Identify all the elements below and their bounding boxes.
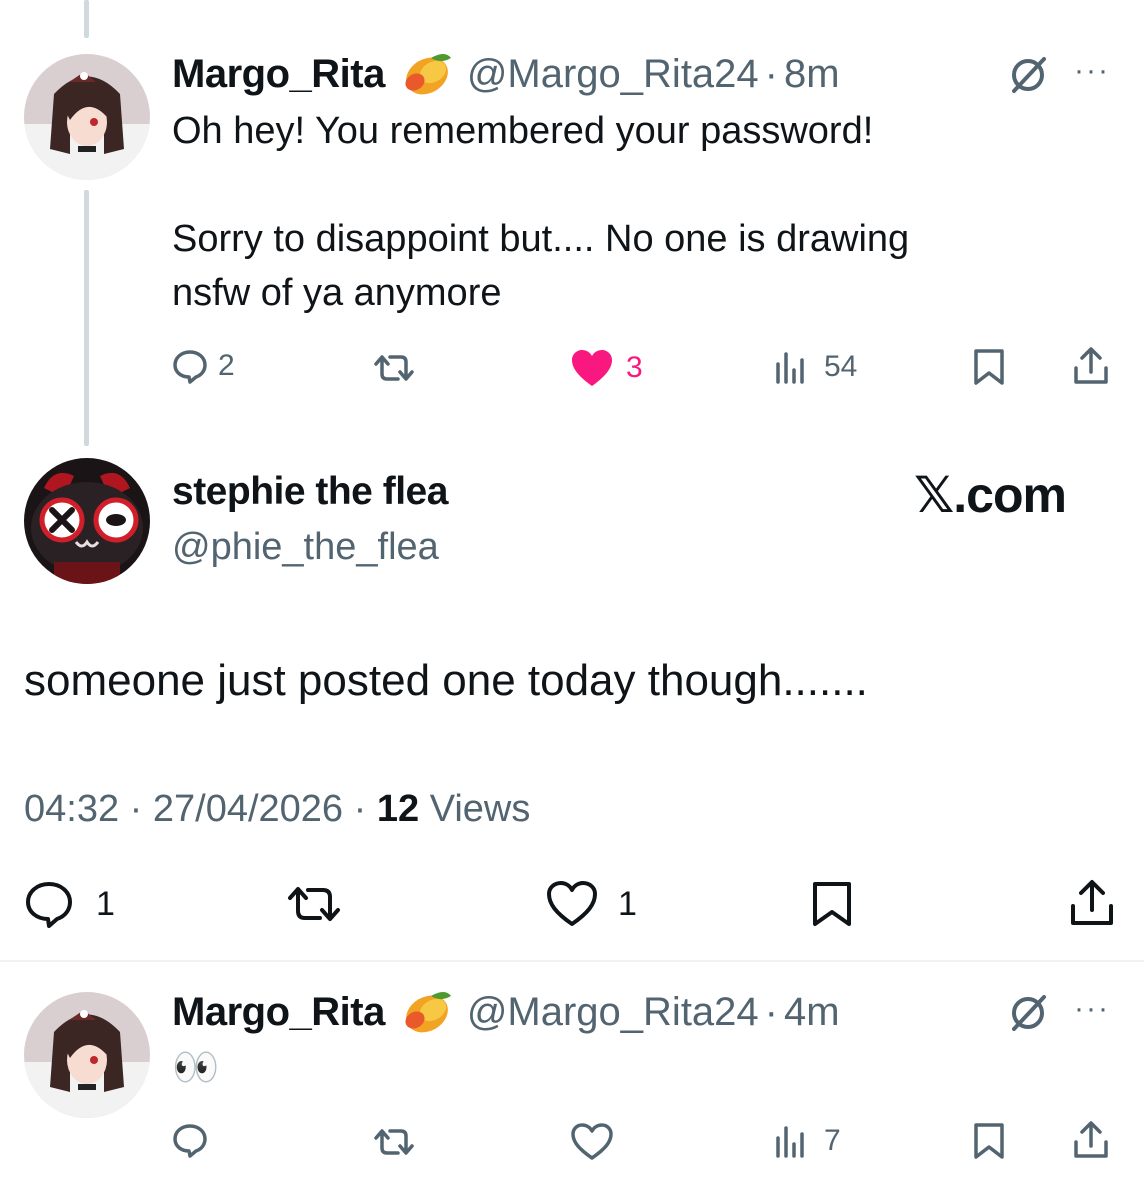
main-reply-button[interactable]: 1: [24, 880, 115, 928]
x-watermark: 𝕏.com: [914, 467, 1067, 523]
share-button[interactable]: [1072, 1120, 1110, 1160]
thread-line-post1: [84, 190, 89, 446]
main-author-name[interactable]: stephie the flea: [172, 470, 448, 514]
main-like-count: 1: [618, 884, 637, 923]
grok-icon[interactable]: [1006, 991, 1050, 1035]
bookmark-icon: [813, 882, 851, 926]
divider: [0, 960, 1144, 962]
author-name[interactable]: Margo_Rita: [172, 990, 385, 1035]
main-bookmark-button[interactable]: [810, 880, 854, 928]
post-text-line: nsfw of ya anymore: [172, 272, 502, 314]
heart-filled-icon: [572, 350, 612, 386]
views-count: 54: [824, 350, 858, 383]
share-icon: [1071, 880, 1113, 925]
repost-icon: [374, 1129, 414, 1155]
repost-button[interactable]: [370, 352, 418, 384]
views-label: Views: [429, 788, 531, 830]
reply-button[interactable]: [172, 1122, 208, 1158]
post2-text: 👀: [172, 1047, 220, 1089]
like-button[interactable]: [570, 1122, 614, 1162]
share-icon: [1074, 347, 1108, 384]
reply-icon: [173, 350, 207, 384]
meta-dot: ·: [129, 788, 143, 830]
mango-emoji-icon: [401, 48, 453, 101]
main-reply-count: 1: [96, 884, 115, 923]
meta-dot: ·: [353, 788, 367, 830]
views-button[interactable]: 7: [774, 1124, 841, 1158]
main-repost-button[interactable]: [284, 884, 344, 924]
share-icon: [1074, 1121, 1108, 1158]
main-post-text: someone just posted one today though....…: [24, 656, 868, 705]
bookmark-icon: [974, 349, 1004, 385]
analytics-icon: [776, 352, 804, 384]
bookmark-icon: [974, 1123, 1004, 1159]
post-text-line: Oh hey! You remembered your password!: [172, 110, 874, 152]
heart-outline-icon: [571, 1123, 613, 1160]
like-button[interactable]: 3: [570, 348, 643, 388]
avatar-margo[interactable]: [24, 54, 150, 180]
post-text-line: Sorry to disappoint but.... No one is dr…: [172, 218, 910, 260]
repost-icon: [374, 355, 414, 381]
views-button[interactable]: 54: [774, 350, 857, 384]
author-name[interactable]: Margo_Rita: [172, 52, 385, 97]
like-count: 3: [626, 351, 643, 384]
main-share-button[interactable]: [1068, 878, 1116, 928]
post1-header: Margo_Rita @Margo_Rita24 · 8m: [172, 48, 840, 100]
avatar-stephie[interactable]: [24, 458, 150, 584]
reply-icon: [26, 882, 72, 928]
reply-count: 2: [218, 349, 235, 382]
analytics-icon: [776, 1126, 804, 1158]
more-options-icon[interactable]: ···: [1074, 54, 1110, 88]
post1-body: Oh hey! You remembered your password! So…: [172, 104, 1112, 320]
repost-button[interactable]: [370, 1126, 418, 1158]
views-number: 12: [376, 788, 420, 830]
reply-button[interactable]: 2: [172, 348, 235, 384]
thread-line-top: [84, 0, 89, 38]
post-time[interactable]: 4m: [784, 990, 840, 1035]
post-time[interactable]: 8m: [784, 52, 840, 97]
grok-icon[interactable]: [1006, 53, 1050, 97]
repost-icon: [288, 887, 340, 921]
post-timestamp[interactable]: 04:32: [24, 788, 119, 830]
avatar-margo[interactable]: [24, 992, 150, 1118]
bookmark-button[interactable]: [972, 348, 1006, 386]
author-handle[interactable]: @Margo_Rita24: [467, 990, 759, 1035]
separator-dot: ·: [764, 989, 778, 1034]
separator-dot: ·: [764, 51, 778, 96]
heart-outline-icon: [547, 881, 597, 926]
main-post-meta: 04:32 · 27/04/2026 · 12 Views: [24, 788, 530, 831]
more-options-icon[interactable]: ···: [1074, 992, 1110, 1026]
bookmark-button[interactable]: [972, 1122, 1006, 1160]
mango-emoji-icon: [401, 986, 453, 1039]
post-date[interactable]: 27/04/2026: [153, 788, 343, 830]
share-button[interactable]: [1072, 346, 1110, 386]
main-author-handle[interactable]: @phie_the_flea: [172, 526, 439, 569]
main-like-button[interactable]: 1: [546, 880, 637, 928]
reply-icon: [173, 1124, 207, 1158]
post2-header: Margo_Rita @Margo_Rita24 · 4m: [172, 986, 840, 1038]
author-handle[interactable]: @Margo_Rita24: [467, 52, 759, 97]
views-count: 7: [824, 1124, 841, 1157]
